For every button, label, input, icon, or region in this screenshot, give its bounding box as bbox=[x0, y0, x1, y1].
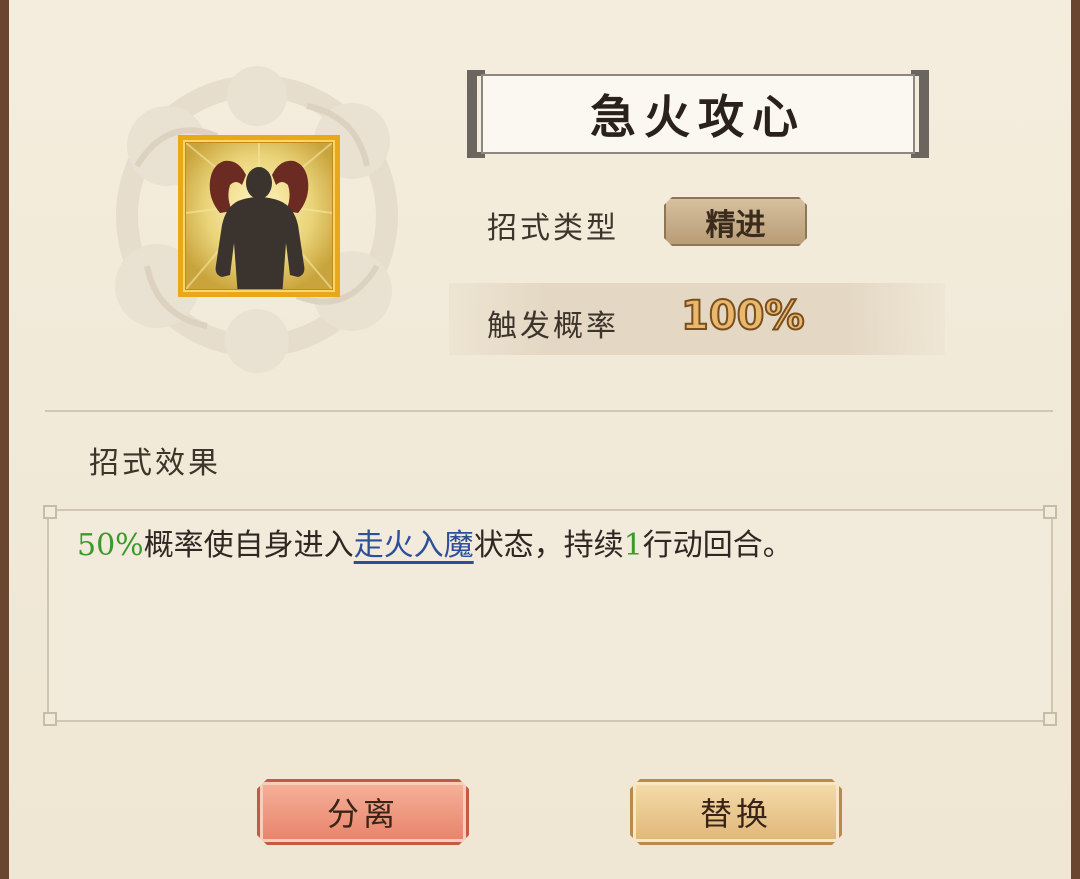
split-button[interactable]: 分离 bbox=[257, 779, 469, 845]
skill-detail-panel: 急火攻心 招式类型 精进 触发概率 100% 招式效果 50%概率使自身进入走火… bbox=[0, 0, 1080, 879]
skill-icon bbox=[178, 135, 340, 297]
probability-value: 100% bbox=[680, 292, 806, 340]
effect-description: 50%概率使自身进入走火入魔状态，持续1行动回合。 bbox=[77, 520, 793, 564]
effect-text-2: 状态，持续 bbox=[473, 528, 624, 563]
skill-name: 急火攻心 bbox=[481, 74, 915, 154]
section-divider bbox=[45, 410, 1053, 412]
effect-text-1: 概率使自身进入 bbox=[143, 528, 354, 563]
effect-text-3: 行动回合。 bbox=[642, 528, 793, 563]
effect-chance: 50% bbox=[77, 528, 144, 563]
effect-header: 招式效果 bbox=[89, 446, 221, 481]
type-badge: 精进 bbox=[664, 197, 807, 246]
flexing-silhouette-icon bbox=[186, 143, 332, 289]
replace-button[interactable]: 替换 bbox=[630, 779, 842, 845]
effect-duration: 1 bbox=[623, 528, 643, 563]
probability-label: 触发概率 bbox=[487, 309, 619, 344]
type-label: 招式类型 bbox=[487, 211, 619, 246]
skill-title-plate: 急火攻心 bbox=[467, 70, 929, 158]
status-link[interactable]: 走火入魔 bbox=[354, 528, 474, 563]
